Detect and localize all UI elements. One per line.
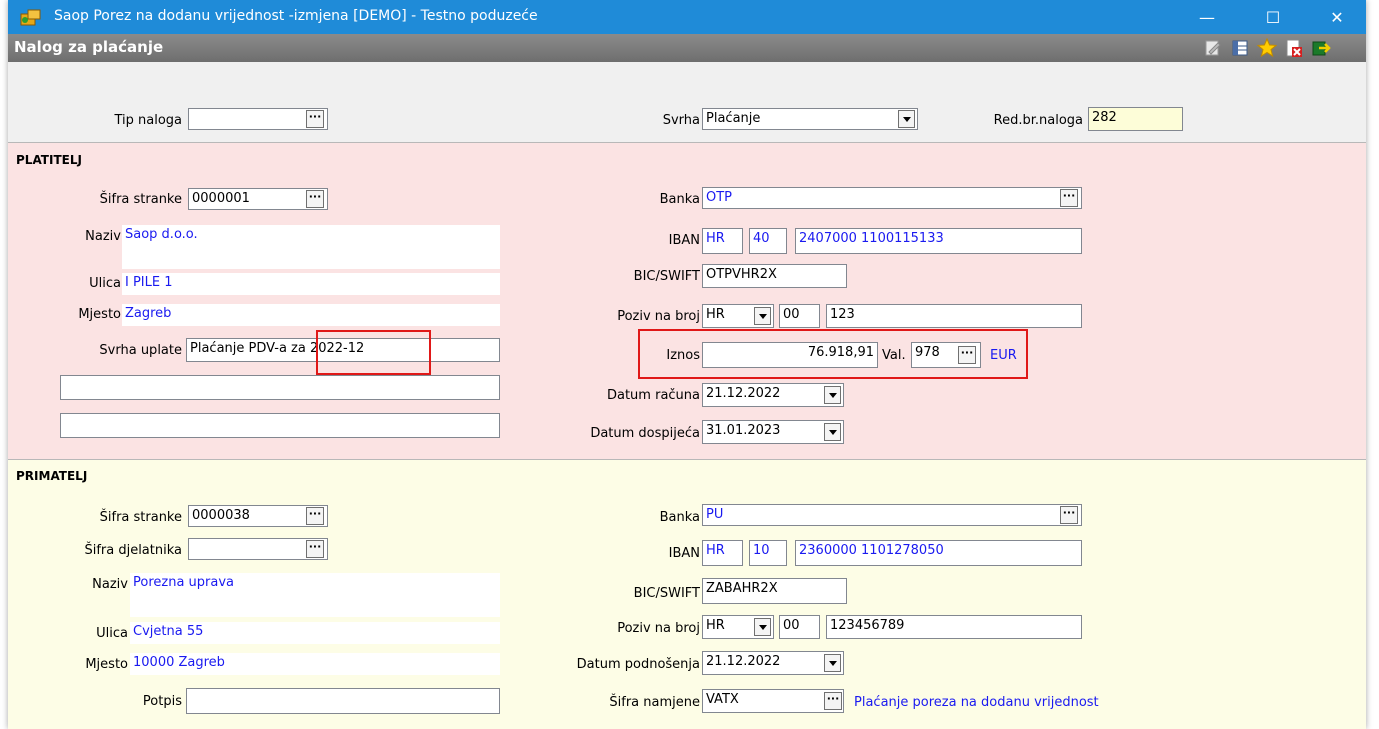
maximize-icon: ☐ [1265,7,1281,27]
primatelj-banka-lookup-button[interactable]: ··· [1060,506,1078,524]
primatelj-sifra-djelatnika-label: Šifra djelatnika [84,543,182,558]
platitelj-section: PLATITELJ Šifra stranke 0000001 ··· Nazi… [8,142,1366,459]
platitelj-datum-dospijeca-dropdown[interactable] [824,423,841,441]
table-icon[interactable] [1230,38,1250,58]
primatelj-poziv-label: Poziv na broj [617,621,700,636]
primatelj-potpis-input[interactable] [186,688,500,714]
form-title: Nalog za plaćanje [14,38,164,56]
primatelj-iban-label: IBAN [668,546,700,561]
platitelj-naziv-value: Saop d.o.o. [122,225,500,269]
primatelj-poziv-model[interactable]: 00 [779,615,820,639]
platitelj-sifra-stranke-label: Šifra stranke [99,192,182,207]
primatelj-sifra-stranke-label: Šifra stranke [99,510,182,525]
platitelj-banka-lookup-button[interactable]: ··· [1060,189,1078,207]
platitelj-bic-label: BIC/SWIFT [633,269,700,284]
primatelj-naziv-label: Naziv [92,577,128,592]
primatelj-mjesto-label: Mjesto [85,657,128,672]
tip-naloga-label: Tip naloga [114,113,182,128]
window-title: Saop Porez na dodanu vrijednost -izmjena… [54,8,538,24]
red-br-naloga-input[interactable]: 282 [1088,107,1183,131]
highlight-box-amount [638,329,1028,379]
platitelj-heading: PLATITELJ [16,153,82,167]
platitelj-banka-label: Banka [659,192,700,207]
primatelj-poziv-country-dropdown[interactable] [754,618,771,636]
primatelj-sifra-namjene-lookup-button[interactable]: ··· [824,692,842,710]
close-button[interactable]: ✕ [1314,0,1360,34]
minimize-icon: — [1199,7,1215,27]
primatelj-sifra-namjene-label: Šifra namjene [609,695,700,710]
platitelj-mjesto-label: Mjesto [78,307,121,322]
platitelj-ulica-value: I PILE 1 [122,273,500,295]
svrha-dropdown-button[interactable] [898,110,915,128]
platitelj-iban-country[interactable]: HR [702,228,743,254]
primatelj-djelatnik-lookup-button[interactable]: ··· [306,540,324,558]
tip-naloga-lookup-button[interactable]: ··· [306,110,324,128]
close-icon: ✕ [1330,7,1344,27]
highlight-box-period [316,330,431,375]
platitelj-poziv-model[interactable]: 00 [779,304,820,328]
platitelj-datum-racuna-input[interactable]: 21.12.2022 [702,383,844,407]
primatelj-bic-input[interactable]: ZABAHR2X [702,578,847,604]
platitelj-mjesto-value: Zagreb [122,304,500,326]
platitelj-datum-racuna-dropdown[interactable] [824,386,841,404]
primatelj-section: PRIMATELJ Šifra stranke 0000038 ··· Šifr… [8,459,1366,729]
primatelj-naziv-value: Porezna uprava [130,573,500,617]
maximize-button[interactable]: ☐ [1250,0,1296,34]
primatelj-heading: PRIMATELJ [16,469,88,483]
form-toolbar: Nalog za plaćanje [8,34,1366,63]
primatelj-ulica-label: Ulica [96,626,128,641]
primatelj-mjesto-value: 10000 Zagreb [130,653,500,675]
primatelj-poziv-number[interactable]: 123456789 [826,615,1082,639]
platitelj-datum-racuna-label: Datum računa [606,388,700,403]
primatelj-iban-check[interactable]: 10 [749,540,787,566]
platitelj-extra-input-2[interactable] [60,413,500,438]
primatelj-banka-label: Banka [659,510,700,525]
header-row: Tip naloga ··· Svrha Plaćanje Red.br.nal… [8,62,1366,140]
svrha-label: Svrha [662,113,700,128]
platitelj-datum-dospijeca-label: Datum dospijeća [590,426,700,441]
app-window: Saop Porez na dodanu vrijednost -izmjena… [8,0,1366,729]
platitelj-poziv-label: Poziv na broj [617,309,700,324]
platitelj-iban-check[interactable]: 40 [749,228,787,254]
platitelj-extra-input-1[interactable] [60,375,500,400]
app-icon [20,9,41,26]
platitelj-poziv-country-dropdown[interactable] [754,307,771,325]
title-bar: Saop Porez na dodanu vrijednost -izmjena… [8,0,1366,34]
primatelj-ulica-value: Cvjetna 55 [130,622,500,644]
primatelj-sifra-namjene-input[interactable]: VATX [702,689,844,713]
primatelj-sifra-lookup-button[interactable]: ··· [306,507,324,525]
primatelj-datum-podnosenja-label: Datum podnošenja [576,657,700,672]
primatelj-iban-number[interactable]: 2360000 1101278050 [795,540,1082,566]
platitelj-iban-number[interactable]: 2407000 1100115133 [795,228,1082,254]
platitelj-naziv-label: Naziv [85,229,121,244]
primatelj-bic-label: BIC/SWIFT [633,586,700,601]
svrha-select[interactable]: Plaćanje [702,108,918,130]
platitelj-datum-dospijeca-input[interactable]: 31.01.2023 [702,420,844,444]
platitelj-sifra-lookup-button[interactable]: ··· [306,190,324,208]
primatelj-potpis-label: Potpis [142,694,182,709]
edit-icon[interactable] [1203,38,1223,58]
delete-icon[interactable] [1284,38,1304,58]
platitelj-bic-input[interactable]: OTPVHR2X [702,264,847,288]
primatelj-datum-podnosenja-dropdown[interactable] [824,654,841,672]
exit-icon[interactable] [1311,38,1331,58]
platitelj-iban-label: IBAN [668,233,700,248]
primatelj-sifra-namjene-description: Plaćanje poreza na dodanu vrijednost [854,695,1099,710]
star-icon[interactable] [1257,38,1277,58]
primatelj-iban-country[interactable]: HR [702,540,743,566]
platitelj-banka-input[interactable]: OTP [702,187,1082,209]
red-br-naloga-label: Red.br.naloga [993,113,1083,128]
platitelj-svrha-uplate-label: Svrha uplate [99,343,182,358]
primatelj-banka-input[interactable]: PU [702,504,1082,526]
primatelj-datum-podnosenja-input[interactable]: 21.12.2022 [702,651,844,675]
platitelj-ulica-label: Ulica [89,276,121,291]
platitelj-poziv-number[interactable]: 123 [826,304,1082,328]
minimize-button[interactable]: — [1184,0,1230,34]
